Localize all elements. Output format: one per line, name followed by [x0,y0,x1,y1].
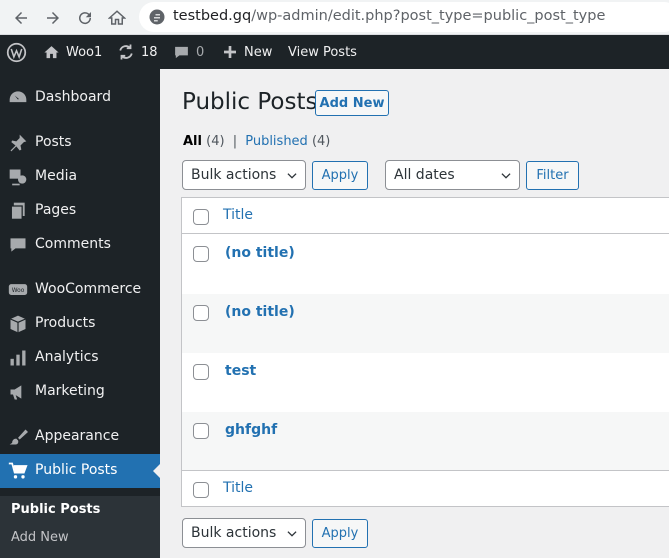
table-row: test [182,353,669,412]
sidebar-item-comments[interactable]: Comments [0,228,160,262]
sidebar-item-pages[interactable]: Pages [0,194,160,228]
pin-icon [8,133,28,153]
post-title-link[interactable]: (no title) [225,304,295,320]
views-separator: | [232,134,238,149]
comment-icon [173,44,190,61]
browser-toolbar: testbed.gq/wp-admin/edit.php?post_type=p… [0,0,669,35]
chevron-down-icon [287,173,297,179]
sidebar-item-media[interactable]: Media [0,160,160,194]
comments-menu[interactable]: 0 [173,35,204,69]
table-row: (no title) [182,235,669,294]
view-all-link[interactable]: All [183,134,202,149]
sidebar-item-appearance[interactable]: Appearance [0,420,160,454]
wp-logo-menu[interactable] [6,35,27,69]
row-checkbox[interactable] [193,364,209,380]
new-content-menu[interactable]: New [222,35,272,69]
home-icon [108,10,126,25]
bar-chart-icon [8,348,28,368]
select-all-checkbox[interactable] [193,209,209,225]
title-column-header[interactable]: Title [223,207,253,223]
arrow-right-icon [47,12,59,24]
view-published-count: (4) [311,134,331,149]
updates-menu[interactable]: 18 [117,35,158,69]
media-icon [8,167,28,187]
row-checkbox[interactable] [193,305,209,321]
filter-button[interactable]: Filter [526,161,579,190]
post-title-link[interactable]: ghfghf [225,422,277,438]
view-all-count: (4) [206,134,225,149]
arrow-left-icon [15,12,27,24]
table-header: Title [182,198,669,234]
row-checkbox[interactable] [193,246,209,262]
brush-icon [8,427,28,447]
public-posts-submenu: Public Posts Add New [0,496,160,558]
bulk-actions-select[interactable]: Bulk actions [182,160,306,190]
woo-icon: Woo [8,280,28,300]
reload-button[interactable] [72,5,98,31]
dashboard-icon [8,88,28,108]
submenu-item-add-new[interactable]: Add New [11,530,69,545]
site-name-menu[interactable]: Woo1 [43,35,102,69]
forward-button[interactable] [40,5,66,31]
post-title-link[interactable]: (no title) [225,245,295,261]
row-checkbox[interactable] [193,423,209,439]
apply-button-bottom[interactable]: Apply [312,519,368,548]
posts-table: Title (no title) (no title) test ghfghf … [181,197,669,507]
svg-text:Woo: Woo [12,288,25,294]
title-column-footer[interactable]: Title [223,480,253,496]
status-views: All (4) | Published (4) [183,134,330,149]
admin-bar: Woo1 18 0 New View Posts [0,35,669,69]
wordpress-logo-icon [6,42,27,62]
table-row: ghfghf [182,412,669,471]
view-published-link[interactable]: Published [245,134,308,149]
url-text: testbed.gq/wp-admin/edit.php?post_type=p… [173,8,606,24]
plus-icon [222,44,238,60]
sidebar-item-analytics[interactable]: Analytics [0,341,160,375]
updates-count: 18 [141,44,158,60]
pages-icon [8,201,28,221]
back-button[interactable] [8,5,34,31]
table-footer: Title [182,470,669,507]
select-all-checkbox-footer[interactable] [193,482,209,498]
apply-button[interactable]: Apply [312,161,368,190]
sidebar-item-marketing[interactable]: Marketing [0,375,160,409]
submenu-item-public-posts[interactable]: Public Posts [11,502,100,517]
post-title-link[interactable]: test [225,363,256,379]
comments-count: 0 [196,44,205,60]
address-bar[interactable]: testbed.gq/wp-admin/edit.php?post_type=p… [139,2,669,32]
sidebar-item-products[interactable]: Products [0,307,160,341]
sidebar-item-public-posts[interactable]: Public Posts [0,454,161,488]
table-row: (no title) [182,294,669,353]
chevron-down-icon [501,173,511,179]
new-label: New [244,44,273,60]
sidebar-item-dashboard[interactable]: Dashboard [0,81,160,115]
bulk-actions-select-bottom[interactable]: Bulk actions [182,518,306,548]
reload-icon [79,12,92,25]
home-button[interactable] [104,5,130,31]
box-icon [8,314,28,334]
updates-icon [117,43,135,61]
admin-sidebar: Dashboard Posts Media Pages Comments Woo… [0,69,161,558]
sidebar-item-posts[interactable]: Posts [0,126,160,160]
cart-icon [8,461,28,481]
sidebar-item-woocommerce[interactable]: Woo WooCommerce [0,273,160,307]
megaphone-icon [8,382,28,402]
comment-icon [8,235,28,255]
chevron-down-icon [287,531,297,537]
home-icon [43,44,60,61]
dates-filter-select[interactable]: All dates [385,160,520,190]
page-title: Public Posts [182,89,318,115]
add-new-button[interactable]: Add New [315,90,389,116]
view-posts-link[interactable]: View Posts [288,35,357,69]
site-name: Woo1 [66,44,103,60]
site-info-icon[interactable] [148,8,166,26]
